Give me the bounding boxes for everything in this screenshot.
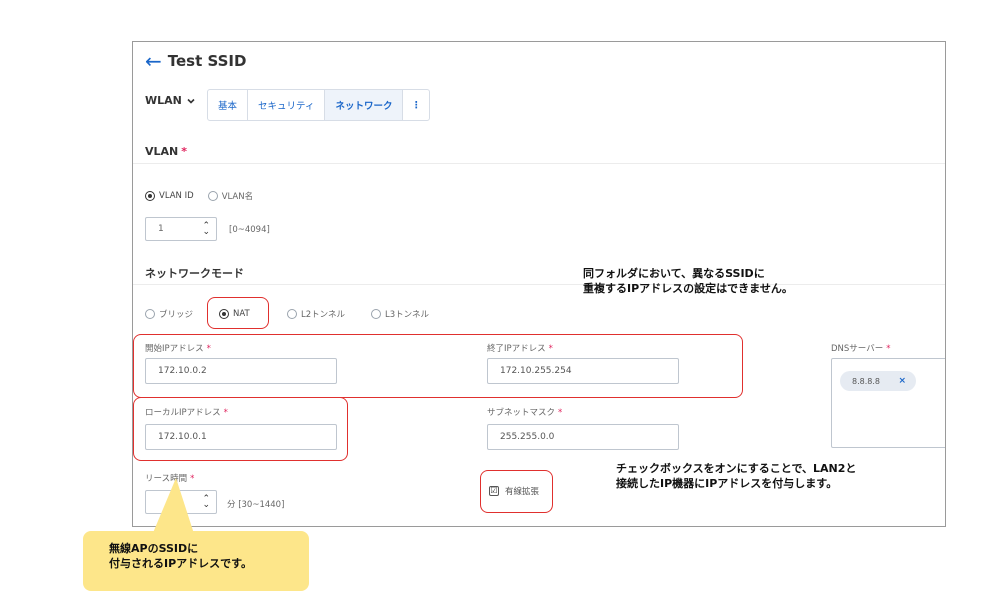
callout-pointer bbox=[150, 478, 196, 540]
ssid-ip-callout: 無線APのSSIDに 付与されるIPアドレスです。 bbox=[83, 531, 309, 591]
callout-line: 付与されるIPアドレスです。 bbox=[109, 557, 253, 570]
callout-line: 無線APのSSIDに bbox=[109, 542, 199, 555]
